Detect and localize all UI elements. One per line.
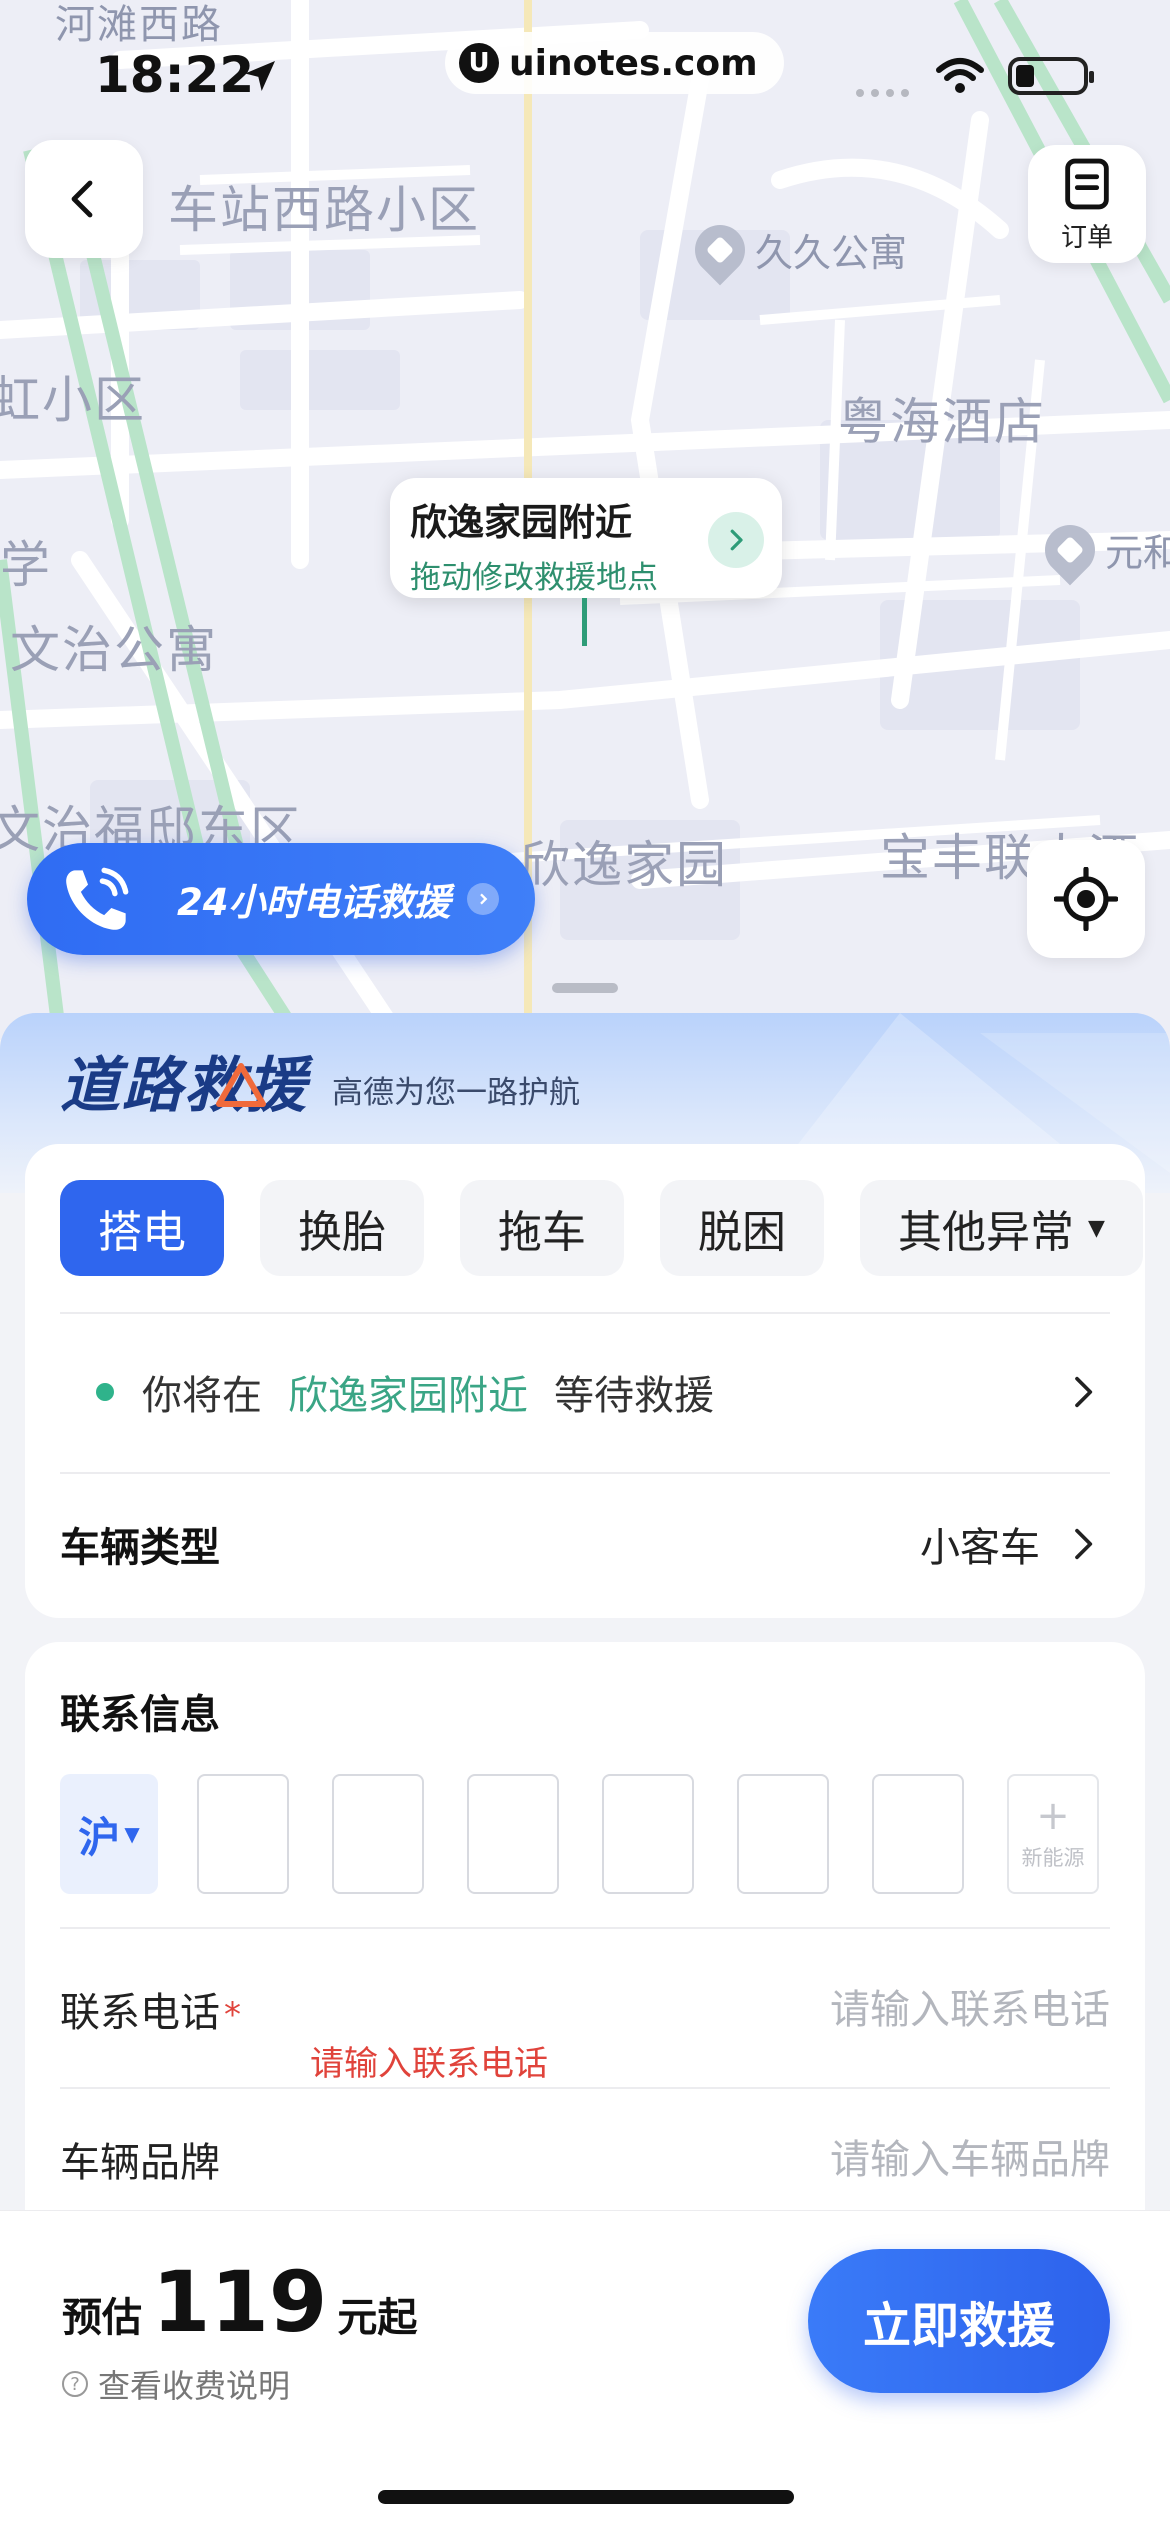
phone-field-row: 联系电话 * 请输入联系电话 — [60, 1932, 1110, 2084]
warning-triangle-icon — [216, 1063, 266, 1107]
poi-label: 元和 — [1105, 531, 1170, 575]
plate-char-box[interactable] — [872, 1774, 964, 1894]
vehicle-type-label: 车辆类型 — [60, 1525, 220, 1571]
sheet-drag-handle[interactable] — [552, 983, 618, 993]
price-estimate: 预估 119 元起 — [62, 2253, 417, 2351]
chevron-right-icon — [466, 883, 499, 915]
crosshair-locate-icon — [1054, 867, 1118, 931]
new-energy-label: 新能源 — [1021, 1846, 1085, 1870]
plate-province-value: 沪 — [78, 1812, 121, 1862]
chevron-right-icon — [730, 529, 743, 551]
plate-char-box[interactable] — [737, 1774, 829, 1894]
fee-info-label: 查看收费说明 — [98, 2367, 291, 2405]
location-arrow-icon — [245, 61, 275, 91]
battery-icon — [1008, 57, 1094, 95]
map-label-xue: 学 — [0, 536, 52, 594]
home-indicator — [378, 2490, 794, 2504]
plate-new-energy-box[interactable]: + 新能源 — [1007, 1774, 1099, 1894]
plus-icon: + — [1036, 1793, 1070, 1839]
vehicle-brand-label: 车辆品牌 — [60, 2140, 220, 2186]
poi-pin-icon — [684, 214, 756, 285]
tab-jump-start[interactable]: 搭电 — [60, 1180, 224, 1276]
caret-down-icon: ▼ — [124, 1822, 140, 1846]
location-bubble[interactable]: 欣逸家园附近 拖动修改救援地点 — [390, 478, 782, 598]
brand-header: 道路救援 高德为您一路护航 — [60, 1040, 580, 1121]
cellular-signal-icon — [856, 89, 909, 97]
watermark: U uinotes.com — [445, 32, 784, 94]
watermark-logo-icon: U — [459, 43, 499, 83]
chevron-right-icon — [1075, 1528, 1093, 1560]
estimate-prefix: 预估 — [62, 2295, 142, 2341]
plate-char-box[interactable] — [602, 1774, 694, 1894]
wait-place: 欣逸家园附近 — [288, 1373, 528, 1419]
location-dot-icon — [96, 1383, 114, 1401]
watermark-text: uinotes.com — [509, 42, 758, 84]
wait-suffix: 等待救援 — [554, 1373, 714, 1419]
call-rescue-banner[interactable]: 24小时电话救援 — [27, 843, 535, 955]
vehicle-type-row[interactable]: 车辆类型 小客车 — [60, 1474, 1110, 1614]
location-go-button[interactable] — [708, 512, 764, 568]
fee-info-link[interactable]: ? 查看收费说明 — [62, 2361, 290, 2407]
plate-province-select[interactable]: 沪 ▼ — [60, 1774, 158, 1894]
poi-jiujiu[interactable]: 久久公寓 — [684, 214, 908, 285]
map-label-xinyi-jiayuan: 欣逸家园 — [520, 836, 728, 894]
order-button[interactable]: 订单 — [1028, 145, 1146, 263]
chevron-left-icon — [71, 180, 93, 218]
map-label-wenzhi-apartment: 文治公寓 — [10, 621, 218, 679]
poi-pin-icon — [1034, 514, 1106, 585]
brand-slogan: 高德为您一路护航 — [332, 1074, 580, 1111]
plate-char-box[interactable] — [332, 1774, 424, 1894]
tab-tow[interactable]: 拖车 — [460, 1180, 624, 1276]
tab-other-label: 其他异常 — [898, 1207, 1074, 1258]
order-label: 订单 — [1060, 222, 1113, 253]
call-rescue-label: 24小时电话救援 — [177, 881, 451, 924]
service-card: 搭电 换胎 拖车 脱困 其他异常 ▼ 你将在 欣逸家园附近 等待救援 车辆类型 … — [25, 1144, 1145, 1618]
map-label-chezhan-community: 车站西路小区 — [168, 181, 480, 239]
map-pin-stem — [582, 598, 587, 646]
caret-down-icon: ▼ — [1088, 1215, 1105, 1241]
required-mark: * — [224, 1995, 241, 2035]
license-plate-input: 沪 ▼ + 新能源 — [60, 1774, 1110, 1894]
request-rescue-button[interactable]: 立即救援 — [808, 2249, 1110, 2393]
phone-input[interactable] — [610, 1982, 1110, 2038]
bottom-action-bar: 预估 119 元起 ? 查看收费说明 立即救援 — [0, 2210, 1170, 2532]
wait-prefix: 你将在 — [142, 1373, 262, 1419]
plate-char-box[interactable] — [197, 1774, 289, 1894]
phone-label: 联系电话 * — [60, 1980, 241, 2038]
contact-title: 联系信息 — [60, 1692, 220, 1738]
estimate-suffix: 元起 — [337, 2295, 418, 2341]
order-list-icon — [1065, 158, 1109, 209]
wifi-icon — [936, 58, 984, 93]
tab-unstuck[interactable]: 脱困 — [660, 1180, 824, 1276]
back-button[interactable] — [25, 140, 143, 258]
wait-location-row[interactable]: 你将在 欣逸家园附近 等待救援 — [60, 1312, 1110, 1472]
tab-other[interactable]: 其他异常 ▼ — [860, 1180, 1143, 1276]
plate-char-box[interactable] — [467, 1774, 559, 1894]
map-view[interactable]: 河滩西路 车站西路小区 虹小区 学 文治公寓 文治福邸东区 欣逸家园 宝丰联大酒… — [0, 0, 1170, 1040]
service-tabs-viewport: 搭电 换胎 拖车 脱困 其他异常 ▼ — [25, 1144, 1145, 1304]
phone-call-icon — [47, 849, 147, 949]
status-bar: 18:22 U uinotes.com — [0, 0, 1170, 150]
estimate-price: 119 — [152, 2253, 328, 2351]
map-label-yuehai-hotel: 粤海酒店 — [838, 393, 1046, 451]
location-bubble-subtitle: 拖动修改救援地点 — [410, 560, 658, 596]
question-icon: ? — [62, 2371, 88, 2397]
vehicle-type-value: 小客车 — [920, 1525, 1040, 1571]
divider — [60, 1927, 1110, 1929]
tab-tire-change[interactable]: 换胎 — [260, 1180, 424, 1276]
status-time: 18:22 — [95, 46, 255, 104]
chevron-right-icon — [1075, 1376, 1093, 1408]
poi-yuanhe[interactable]: 元和 — [1034, 514, 1170, 585]
poi-label: 久久公寓 — [755, 231, 908, 275]
locate-me-button[interactable] — [1027, 840, 1145, 958]
brand-title: 道路救援 — [60, 1050, 308, 1121]
phone-label-text: 联系电话 — [60, 1990, 220, 2036]
vehicle-brand-input[interactable] — [610, 2132, 1110, 2188]
phone-error-text: 请输入联系电话 — [310, 2044, 548, 2084]
service-tabs: 搭电 换胎 拖车 脱困 其他异常 ▼ — [60, 1180, 1143, 1276]
map-label-hong-community: 虹小区 — [0, 371, 146, 429]
